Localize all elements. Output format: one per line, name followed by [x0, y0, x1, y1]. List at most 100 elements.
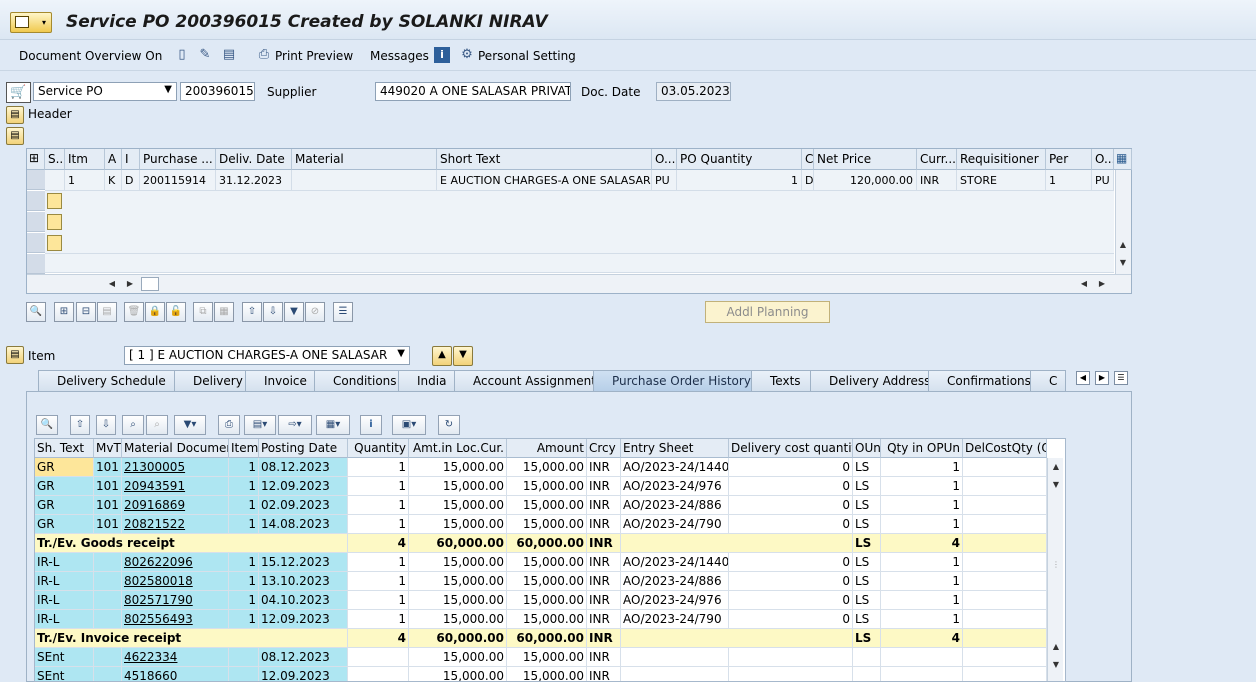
- column-header[interactable]: A: [105, 149, 122, 170]
- scroll-up-icon[interactable]: ▲: [1116, 238, 1130, 252]
- row-selector[interactable]: [27, 170, 45, 190]
- tab-delivery-address[interactable]: Delivery Address: [810, 370, 936, 391]
- display-change-icon[interactable]: ✎: [197, 47, 213, 63]
- tab-delivery[interactable]: Delivery: [174, 370, 246, 391]
- layout-icon[interactable]: ▦: [214, 302, 234, 322]
- shopping-cart-icon[interactable]: 🛒: [6, 82, 31, 103]
- vertical-scrollbar[interactable]: ▲ ▼: [1115, 170, 1131, 274]
- row-selector[interactable]: [27, 233, 45, 253]
- column-header[interactable]: Net Price: [814, 149, 917, 170]
- filter-icon[interactable]: ▼: [284, 302, 304, 322]
- table-cell[interactable]: K: [105, 170, 122, 191]
- tab-texts[interactable]: Texts: [751, 370, 819, 391]
- item-select[interactable]: [ 1 ] E AUCTION CHARGES-A ONE SALASAR ▼: [124, 346, 410, 365]
- column-header[interactable]: OUn: [853, 439, 881, 458]
- status-cell[interactable]: [47, 235, 62, 251]
- insert-row-icon[interactable]: ⊞: [54, 302, 74, 322]
- new-document-icon[interactable]: ▯: [174, 47, 190, 63]
- details-icon[interactable]: 🔍: [36, 415, 58, 435]
- column-header[interactable]: Short Text: [437, 149, 652, 170]
- column-header[interactable]: Curr...: [917, 149, 957, 170]
- material-document-link[interactable]: 20943591: [122, 477, 229, 496]
- table-cell[interactable]: 31.12.2023: [216, 170, 292, 191]
- tab-conditions[interactable]: Conditions: [314, 370, 408, 391]
- tab-india[interactable]: India: [398, 370, 462, 391]
- find-next-icon[interactable]: ⌕: [146, 415, 168, 435]
- column-header[interactable]: Item: [229, 439, 259, 458]
- column-header[interactable]: Qty in OPUn: [881, 439, 963, 458]
- print-preview-icon[interactable]: ⎙: [256, 47, 272, 63]
- column-header[interactable]: Delivery cost quantity: [729, 439, 853, 458]
- scroll-down-icon[interactable]: ▼: [1116, 256, 1130, 270]
- variant-icon[interactable]: ▣▾: [392, 415, 426, 435]
- scroll-up-icon[interactable]: ▲: [1049, 640, 1063, 654]
- column-header[interactable]: Quantity: [348, 439, 409, 458]
- scroll-thumb[interactable]: [141, 277, 159, 291]
- column-header[interactable]: Entry Sheet: [621, 439, 729, 458]
- column-header[interactable]: S..: [45, 149, 65, 170]
- table-cell[interactable]: 1: [677, 170, 802, 191]
- column-header[interactable]: MvT: [94, 439, 122, 458]
- tab-confirmations[interactable]: Confirmations: [928, 370, 1038, 391]
- messages-button[interactable]: Messages: [370, 49, 429, 63]
- column-header[interactable]: Per: [1046, 149, 1092, 170]
- table-cell[interactable]: 120,000.00: [814, 170, 917, 191]
- delete-icon[interactable]: 🗑: [124, 302, 144, 322]
- find-icon[interactable]: ⌕: [122, 415, 144, 435]
- row-selector[interactable]: [27, 212, 45, 232]
- table-cell[interactable]: PU: [1092, 170, 1114, 191]
- tab-scroll-left-icon[interactable]: ◀: [1076, 371, 1090, 385]
- scroll-left-icon[interactable]: ◀: [1077, 277, 1091, 291]
- scroll-up-icon[interactable]: ▲: [1049, 460, 1063, 474]
- column-header[interactable]: I: [122, 149, 140, 170]
- table-cell[interactable]: 1: [65, 170, 105, 191]
- material-document-link[interactable]: 4622334: [122, 648, 229, 667]
- material-document-link[interactable]: 4518660: [122, 667, 229, 681]
- status-cell[interactable]: [47, 214, 62, 230]
- scroll-down-icon[interactable]: ▼: [1049, 478, 1063, 492]
- scroll-left-icon[interactable]: ◀: [105, 277, 119, 291]
- column-header[interactable]: Material Document: [122, 439, 229, 458]
- personal-setting-icon[interactable]: ⚙: [459, 47, 475, 63]
- material-document-link[interactable]: 802580018: [122, 572, 229, 591]
- column-header[interactable]: O...: [652, 149, 677, 170]
- column-header[interactable]: Deliv. Date: [216, 149, 292, 170]
- doc-type-select[interactable]: Service PO ▼: [33, 82, 177, 101]
- expand-header-icon[interactable]: ▤: [6, 106, 24, 124]
- column-header[interactable]: Material: [292, 149, 437, 170]
- views-icon[interactable]: ▤▾: [244, 415, 276, 435]
- column-header[interactable]: Crcy: [587, 439, 621, 458]
- info-icon[interactable]: i: [360, 415, 382, 435]
- addl-planning-button[interactable]: Addl Planning: [705, 301, 830, 323]
- table-cell[interactable]: D: [802, 170, 814, 191]
- row-selector[interactable]: [27, 191, 45, 211]
- info-icon[interactable]: i: [434, 47, 450, 63]
- row-selector[interactable]: [27, 254, 45, 274]
- layout-icon[interactable]: ▦▾: [316, 415, 350, 435]
- next-item-button[interactable]: ▼: [453, 346, 473, 366]
- column-header[interactable]: Amount: [507, 439, 587, 458]
- previous-item-button[interactable]: ▲: [432, 346, 452, 366]
- vertical-scrollbar[interactable]: ▲ ▼ ⋮ ▲ ▼: [1047, 458, 1063, 681]
- other-document-icon[interactable]: ▤: [221, 47, 237, 63]
- delete-filter-icon[interactable]: ⊘: [305, 302, 325, 322]
- details-icon[interactable]: 🔍: [26, 302, 46, 322]
- table-cell[interactable]: PU: [652, 170, 677, 191]
- copy-icon[interactable]: ⧉: [193, 302, 213, 322]
- column-header[interactable]: Amt.in Loc.Cur.: [409, 439, 507, 458]
- scroll-right-icon[interactable]: ▶: [1095, 277, 1109, 291]
- table-cell[interactable]: INR: [917, 170, 957, 191]
- status-cell[interactable]: [47, 193, 62, 209]
- sort-ascending-icon[interactable]: ⇧: [70, 415, 90, 435]
- tab-account-assignment[interactable]: Account Assignment: [454, 370, 602, 391]
- tab-more[interactable]: C: [1030, 370, 1066, 391]
- supplier-field[interactable]: 449020 A ONE SALASAR PRIVAT...: [375, 82, 571, 101]
- refresh-icon[interactable]: ↻: [438, 415, 460, 435]
- po-number-field[interactable]: 200396015: [180, 82, 255, 101]
- doc-date-field[interactable]: 03.05.2023: [656, 82, 731, 101]
- sort-descending-icon[interactable]: ⇩: [96, 415, 116, 435]
- table-cell[interactable]: D: [122, 170, 140, 191]
- services-icon[interactable]: ☰: [333, 302, 353, 322]
- lock-icon[interactable]: 🔒: [145, 302, 165, 322]
- tab-invoice[interactable]: Invoice: [245, 370, 315, 391]
